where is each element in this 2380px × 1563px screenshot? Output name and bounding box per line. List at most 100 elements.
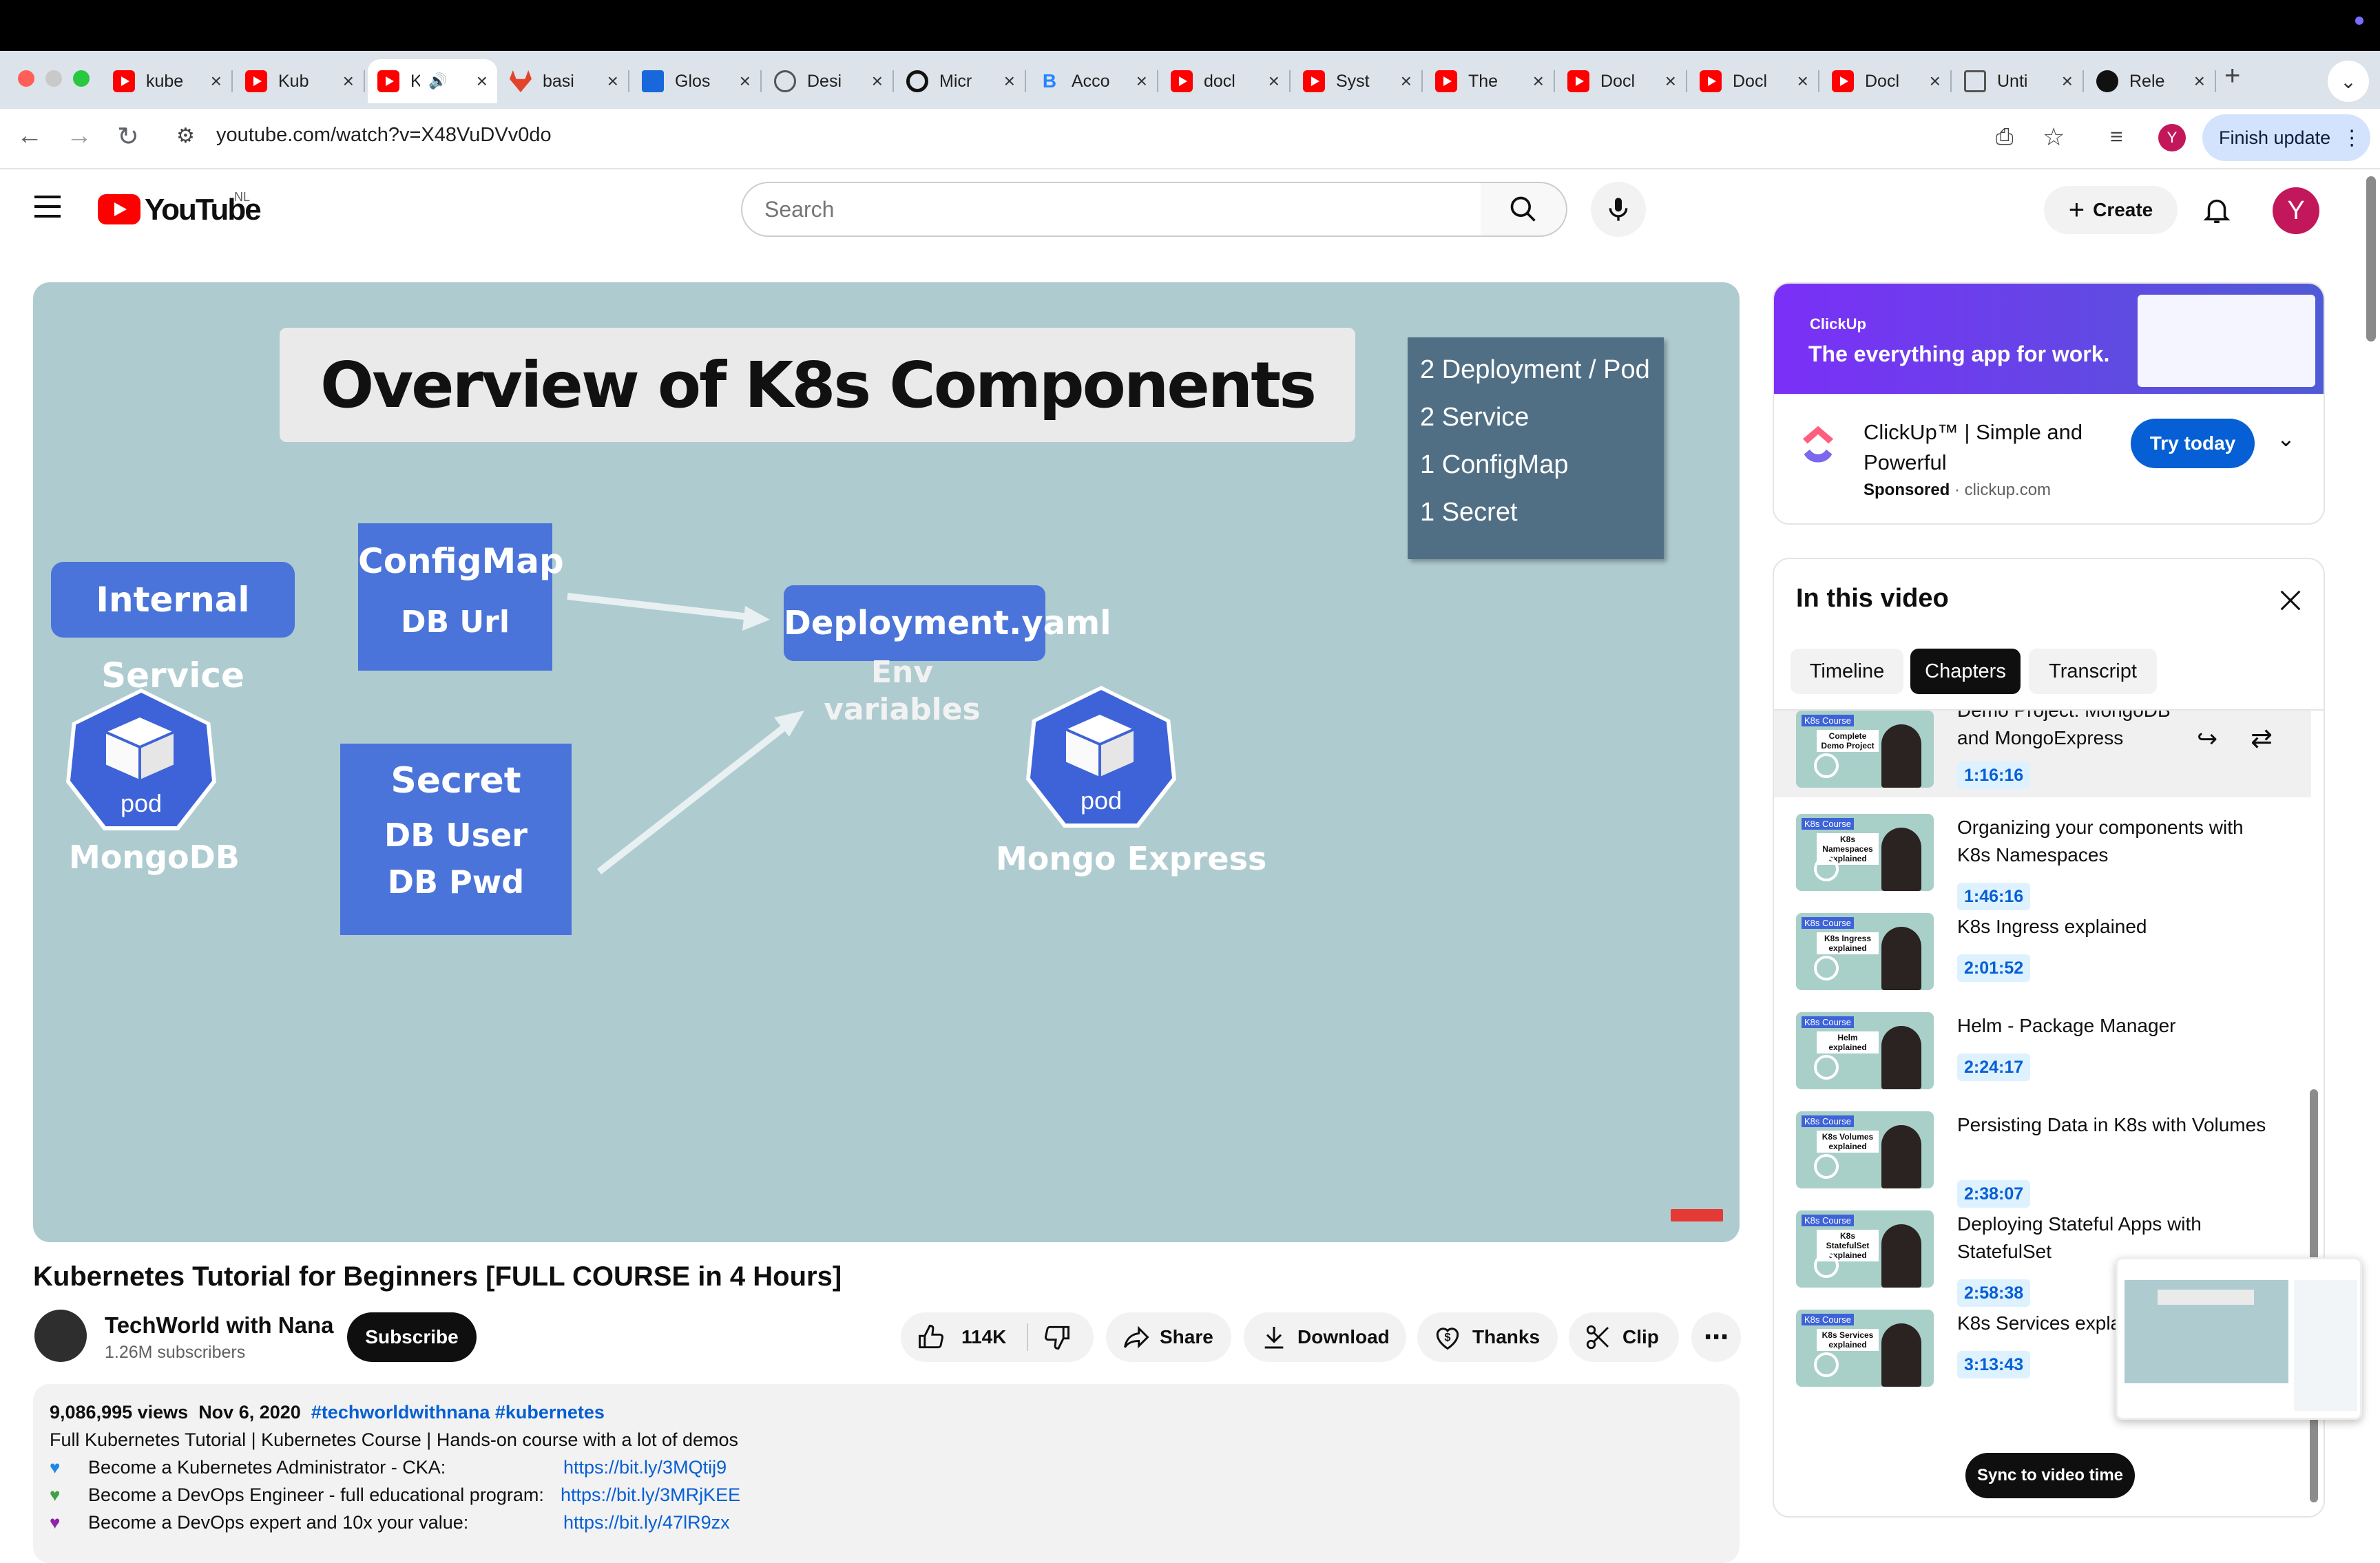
share-chapter-icon[interactable]: ↪	[2197, 724, 2217, 753]
close-tab-icon[interactable]: ×	[1533, 70, 1544, 92]
browser-tab[interactable]: Docl ×	[1822, 59, 1952, 103]
thanks-button[interactable]: $ Thanks	[1417, 1312, 1558, 1362]
chapter-timestamp[interactable]: 1:16:16	[1957, 762, 2031, 789]
close-tab-icon[interactable]: ×	[740, 70, 751, 92]
user-avatar[interactable]: Y	[2273, 187, 2319, 234]
bookmark-star-icon[interactable]: ☆	[2043, 123, 2065, 151]
sync-to-video-time-button[interactable]: Sync to video time	[1965, 1453, 2135, 1498]
finish-update-button[interactable]: Finish update ⋮	[2202, 114, 2370, 161]
chapter-thumbnail[interactable]: K8s Course K8s Services explained	[1796, 1310, 1934, 1387]
profile-avatar[interactable]: Y	[2158, 124, 2186, 151]
description-box[interactable]: 9,086,995 views Nov 6, 2020 #techworldwi…	[33, 1384, 1740, 1563]
chapter-item[interactable]: K8s Course Helm explained Helm - Package M…	[1774, 1012, 2311, 1102]
forward-icon[interactable]: →	[66, 121, 92, 151]
browser-tab[interactable]: Glos ×	[632, 59, 762, 103]
browser-tab[interactable]: Docl ×	[1690, 59, 1819, 103]
close-tab-icon[interactable]: ×	[1269, 70, 1280, 92]
chapter-item[interactable]: K8s Course K8s Ingress explained K8s Ingre…	[1774, 913, 2311, 1003]
browser-tab[interactable]: Micr ×	[897, 59, 1026, 103]
chapter-thumbnail[interactable]: K8s Course Helm explained	[1796, 1012, 1934, 1089]
chapter-thumbnail[interactable]: K8s Course K8s Ingress explained	[1796, 913, 1934, 990]
close-tab-icon[interactable]: ×	[1930, 70, 1941, 92]
chapter-thumbnail[interactable]: K8s Course K8s Namespaces explained	[1796, 814, 1934, 891]
tab-timeline[interactable]: Timeline	[1791, 649, 1903, 694]
browser-tab[interactable]: Unti ×	[1954, 59, 2084, 103]
like-count[interactable]: 114K	[961, 1326, 1006, 1348]
browser-tab[interactable]: The ×	[1426, 59, 1555, 103]
sponsored-ad-card[interactable]: ClickUp The everything app for work. Cli…	[1773, 282, 2325, 525]
clip-button[interactable]: Clip	[1569, 1312, 1679, 1362]
chevron-down-icon[interactable]: ⌄	[2277, 426, 2295, 452]
tab-transcript[interactable]: Transcript	[2029, 649, 2157, 694]
chapter-thumbnail[interactable]: K8s Course K8s StatefulSet explained	[1796, 1210, 1934, 1288]
hamburger-menu-icon[interactable]	[34, 196, 61, 218]
try-today-button[interactable]: Try today	[2131, 419, 2255, 468]
create-button[interactable]: + Create	[2044, 186, 2178, 234]
description-link[interactable]: https://bit.ly/47lR9zx	[563, 1512, 730, 1533]
chapter-timestamp[interactable]: 3:13:43	[1957, 1351, 2031, 1378]
chapter-timestamp[interactable]: 1:46:16	[1957, 883, 2031, 910]
loop-chapter-icon[interactable]: ⇄	[2251, 723, 2273, 754]
hashtags[interactable]: #techworldwithnana #kubernetes	[311, 1402, 605, 1423]
search-box[interactable]	[741, 182, 1482, 237]
chapter-title[interactable]: Demo Project: MongoDB and MongoExpress	[1957, 711, 2184, 752]
browser-tab[interactable]: Rele ×	[2087, 59, 2216, 103]
thumbs-down-icon[interactable]	[1042, 1322, 1072, 1352]
chapter-timestamp[interactable]: 2:01:52	[1957, 954, 2031, 982]
chapter-item[interactable]: K8s Course K8s Namespaces explained Organi…	[1774, 814, 2311, 910]
ad-banner[interactable]: ClickUp The everything app for work.	[1774, 284, 2324, 394]
mini-window-preview[interactable]	[2116, 1257, 2362, 1420]
chapter-title[interactable]: Helm - Package Manager	[1957, 1012, 2274, 1040]
new-tab-icon[interactable]: +	[2224, 61, 2240, 92]
tab-chapters[interactable]: Chapters	[1910, 649, 2021, 694]
search-button[interactable]	[1481, 182, 1567, 237]
voice-search-button[interactable]	[1591, 182, 1646, 237]
close-tab-icon[interactable]: ×	[872, 70, 883, 92]
close-tab-icon[interactable]: ×	[477, 70, 488, 92]
close-icon[interactable]	[2277, 587, 2304, 614]
notifications-bell-icon[interactable]	[2201, 194, 2233, 226]
description-link[interactable]: https://bit.ly/3MQtij9	[563, 1457, 727, 1478]
chapter-title[interactable]: K8s Ingress explained	[1957, 913, 2274, 941]
install-app-icon[interactable]: ⎙	[1996, 124, 2014, 150]
ad-title[interactable]: ClickUp™ | Simple and Powerful	[1864, 417, 2098, 478]
more-actions-button[interactable]: ⋯	[1691, 1312, 1741, 1362]
browser-tab[interactable]: kube ×	[103, 59, 233, 103]
close-tab-icon[interactable]: ×	[343, 70, 354, 92]
reload-icon[interactable]: ↻	[117, 121, 139, 152]
subscribe-button[interactable]: Subscribe	[347, 1312, 477, 1362]
channel-name[interactable]: TechWorld with Nana	[105, 1312, 333, 1339]
chapter-thumbnail[interactable]: K8s Course K8s Volumes explained	[1796, 1111, 1934, 1188]
close-tab-icon[interactable]: ×	[1401, 70, 1412, 92]
minimize-window-icon[interactable]	[45, 70, 62, 87]
chapter-title[interactable]: Organizing your components with K8s Name…	[1957, 814, 2274, 869]
chapter-timestamp[interactable]: 2:58:38	[1957, 1279, 2031, 1307]
speaker-audio-icon[interactable]: 🔊	[428, 72, 447, 90]
close-tab-icon[interactable]: ×	[607, 70, 618, 92]
close-tab-icon[interactable]: ×	[211, 70, 222, 92]
browser-tab[interactable]: B Acco ×	[1029, 59, 1158, 103]
chapter-title[interactable]: Persisting Data in K8s with Volumes	[1957, 1111, 2274, 1139]
close-window-icon[interactable]	[18, 70, 34, 87]
close-tab-icon[interactable]: ×	[1004, 70, 1015, 92]
browser-tab[interactable]: Syst ×	[1293, 59, 1423, 103]
browser-tab[interactable]: Docl ×	[1558, 59, 1687, 103]
description-link[interactable]: https://bit.ly/3MRjKEE	[561, 1485, 740, 1506]
close-tab-icon[interactable]: ×	[1665, 70, 1676, 92]
close-tab-icon[interactable]: ×	[2194, 70, 2205, 92]
share-button[interactable]: Share	[1106, 1312, 1231, 1362]
back-icon[interactable]: ←	[17, 121, 43, 151]
site-info-icon[interactable]: ⚙	[176, 124, 195, 148]
browser-tab[interactable]: K 🔊 ×	[368, 59, 497, 103]
page-scrollbar[interactable]	[2366, 176, 2376, 342]
browser-tab[interactable]: Kub ×	[236, 59, 365, 103]
browser-tab[interactable]: docl ×	[1161, 59, 1291, 103]
browser-tab[interactable]: basi ×	[500, 59, 629, 103]
browser-tab[interactable]: Desi ×	[764, 59, 894, 103]
search-input[interactable]	[764, 196, 1439, 223]
close-tab-icon[interactable]: ×	[2062, 70, 2073, 92]
tab-search-icon[interactable]: ⌄	[2328, 61, 2369, 102]
download-button[interactable]: Download	[1244, 1312, 1406, 1362]
chapter-thumbnail[interactable]: K8s Course Complete Demo Project	[1796, 711, 1934, 788]
close-tab-icon[interactable]: ×	[1797, 70, 1808, 92]
